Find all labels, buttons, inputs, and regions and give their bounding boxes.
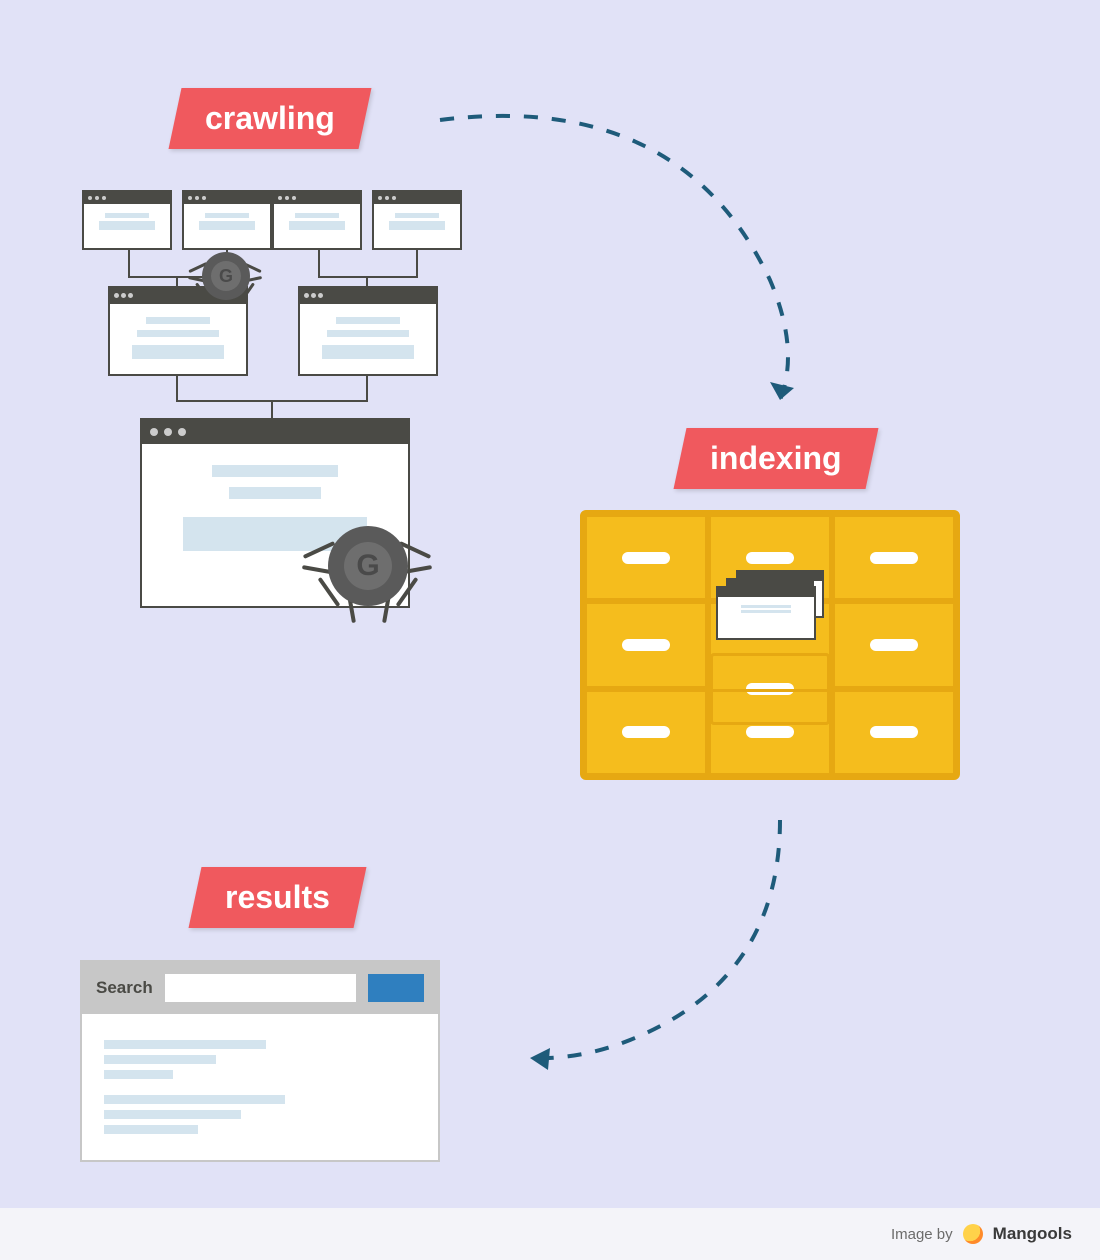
results-illustration: Search [80, 960, 440, 1162]
drawer [708, 689, 832, 776]
drawer [832, 689, 956, 776]
search-results-list [82, 1014, 438, 1160]
footer-brand: Mangools [993, 1224, 1072, 1244]
drawer [832, 514, 956, 601]
indexed-page-icon [716, 586, 816, 640]
arrow-crawling-to-indexing [420, 100, 840, 440]
search-label: Search [96, 978, 153, 998]
mangools-logo-icon [963, 1224, 983, 1244]
search-button [368, 974, 424, 1002]
page-thumbnail [82, 190, 172, 250]
drawer [832, 601, 956, 688]
drawer-open [708, 601, 832, 688]
footer-attribution: Image by Mangools [0, 1208, 1100, 1260]
indexing-illustration [580, 510, 960, 780]
results-label-text: results [225, 879, 330, 916]
arrow-indexing-to-results [460, 810, 840, 1090]
footer-prefix: Image by [891, 1226, 953, 1243]
results-label: results [189, 867, 367, 928]
page-thumbnail [182, 190, 272, 250]
index-cabinet-icon [580, 510, 960, 780]
drawer [584, 601, 708, 688]
search-input [165, 974, 356, 1002]
page-thumbnail [298, 286, 438, 376]
googlebot-spider-icon: G [328, 526, 408, 606]
drawer [584, 514, 708, 601]
drawer [584, 689, 708, 776]
crawling-label: crawling [169, 88, 372, 149]
page-thumbnail [272, 190, 362, 250]
googlebot-spider-icon: G [202, 252, 250, 300]
crawling-label-text: crawling [205, 100, 335, 137]
indexing-label-text: indexing [710, 440, 842, 477]
page-thumbnail [372, 190, 462, 250]
